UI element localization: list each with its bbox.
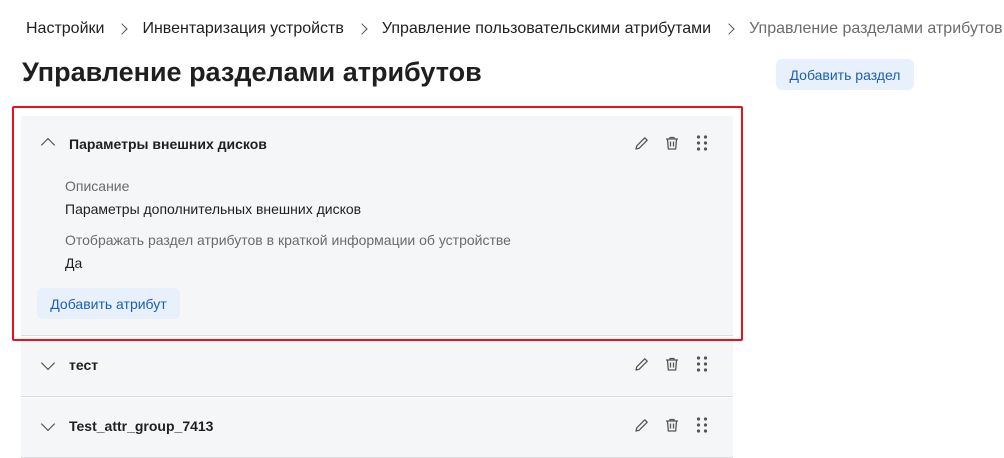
section-title: Параметры внешних дисков [69,136,267,152]
drag-handle-icon[interactable] [693,416,711,434]
breadcrumb-settings[interactable]: Настройки [26,20,104,38]
section-header[interactable]: Параметры внешних дисков [21,116,733,172]
breadcrumb: Настройки Инвентаризация устройств Управ… [26,20,1003,38]
chevron-down-icon[interactable] [40,416,56,432]
add-section-button[interactable]: Добавить раздел [776,59,914,90]
page-title: Управление разделами атрибутов [22,57,482,87]
description-value: Параметры дополнительных внешних дисков [65,201,362,217]
section-title: Test_attr_group_7413 [69,418,214,434]
breadcrumb-separator-icon [356,23,368,35]
breadcrumb-separator-icon [723,23,735,35]
attribute-section: тест [21,337,733,397]
pencil-icon[interactable] [633,134,651,152]
section-title: тест [69,357,99,373]
section-header[interactable]: Test_attr_group_7413 [21,398,733,454]
section-header[interactable]: тест [21,337,733,393]
attribute-section-expanded: Параметры внешних дисков Описание Параме… [21,116,733,336]
breadcrumb-device-inventory[interactable]: Инвентаризация устройств [142,20,343,38]
breadcrumb-separator-icon [116,23,129,35]
trash-icon[interactable] [663,416,681,434]
show-in-summary-label: Отображать раздел атрибутов в краткой ин… [65,232,511,248]
chevron-down-icon[interactable] [40,355,56,371]
section-actions [633,416,711,434]
breadcrumb-custom-attributes[interactable]: Управление пользовательскими атрибутами [382,20,711,38]
add-attribute-button[interactable]: Добавить атрибут [37,288,180,319]
section-actions [633,134,711,152]
section-actions [633,355,711,373]
drag-handle-icon[interactable] [693,134,711,152]
breadcrumb-current: Управление разделами атрибутов [749,20,1003,37]
trash-icon[interactable] [663,355,681,373]
drag-handle-icon[interactable] [693,355,711,373]
pencil-icon[interactable] [633,355,651,373]
show-in-summary-value: Да [65,255,83,271]
description-label: Описание [65,178,130,194]
trash-icon[interactable] [663,134,681,152]
pencil-icon[interactable] [633,416,651,434]
chevron-up-icon[interactable] [40,137,56,153]
attribute-section: Test_attr_group_7413 [21,398,733,458]
